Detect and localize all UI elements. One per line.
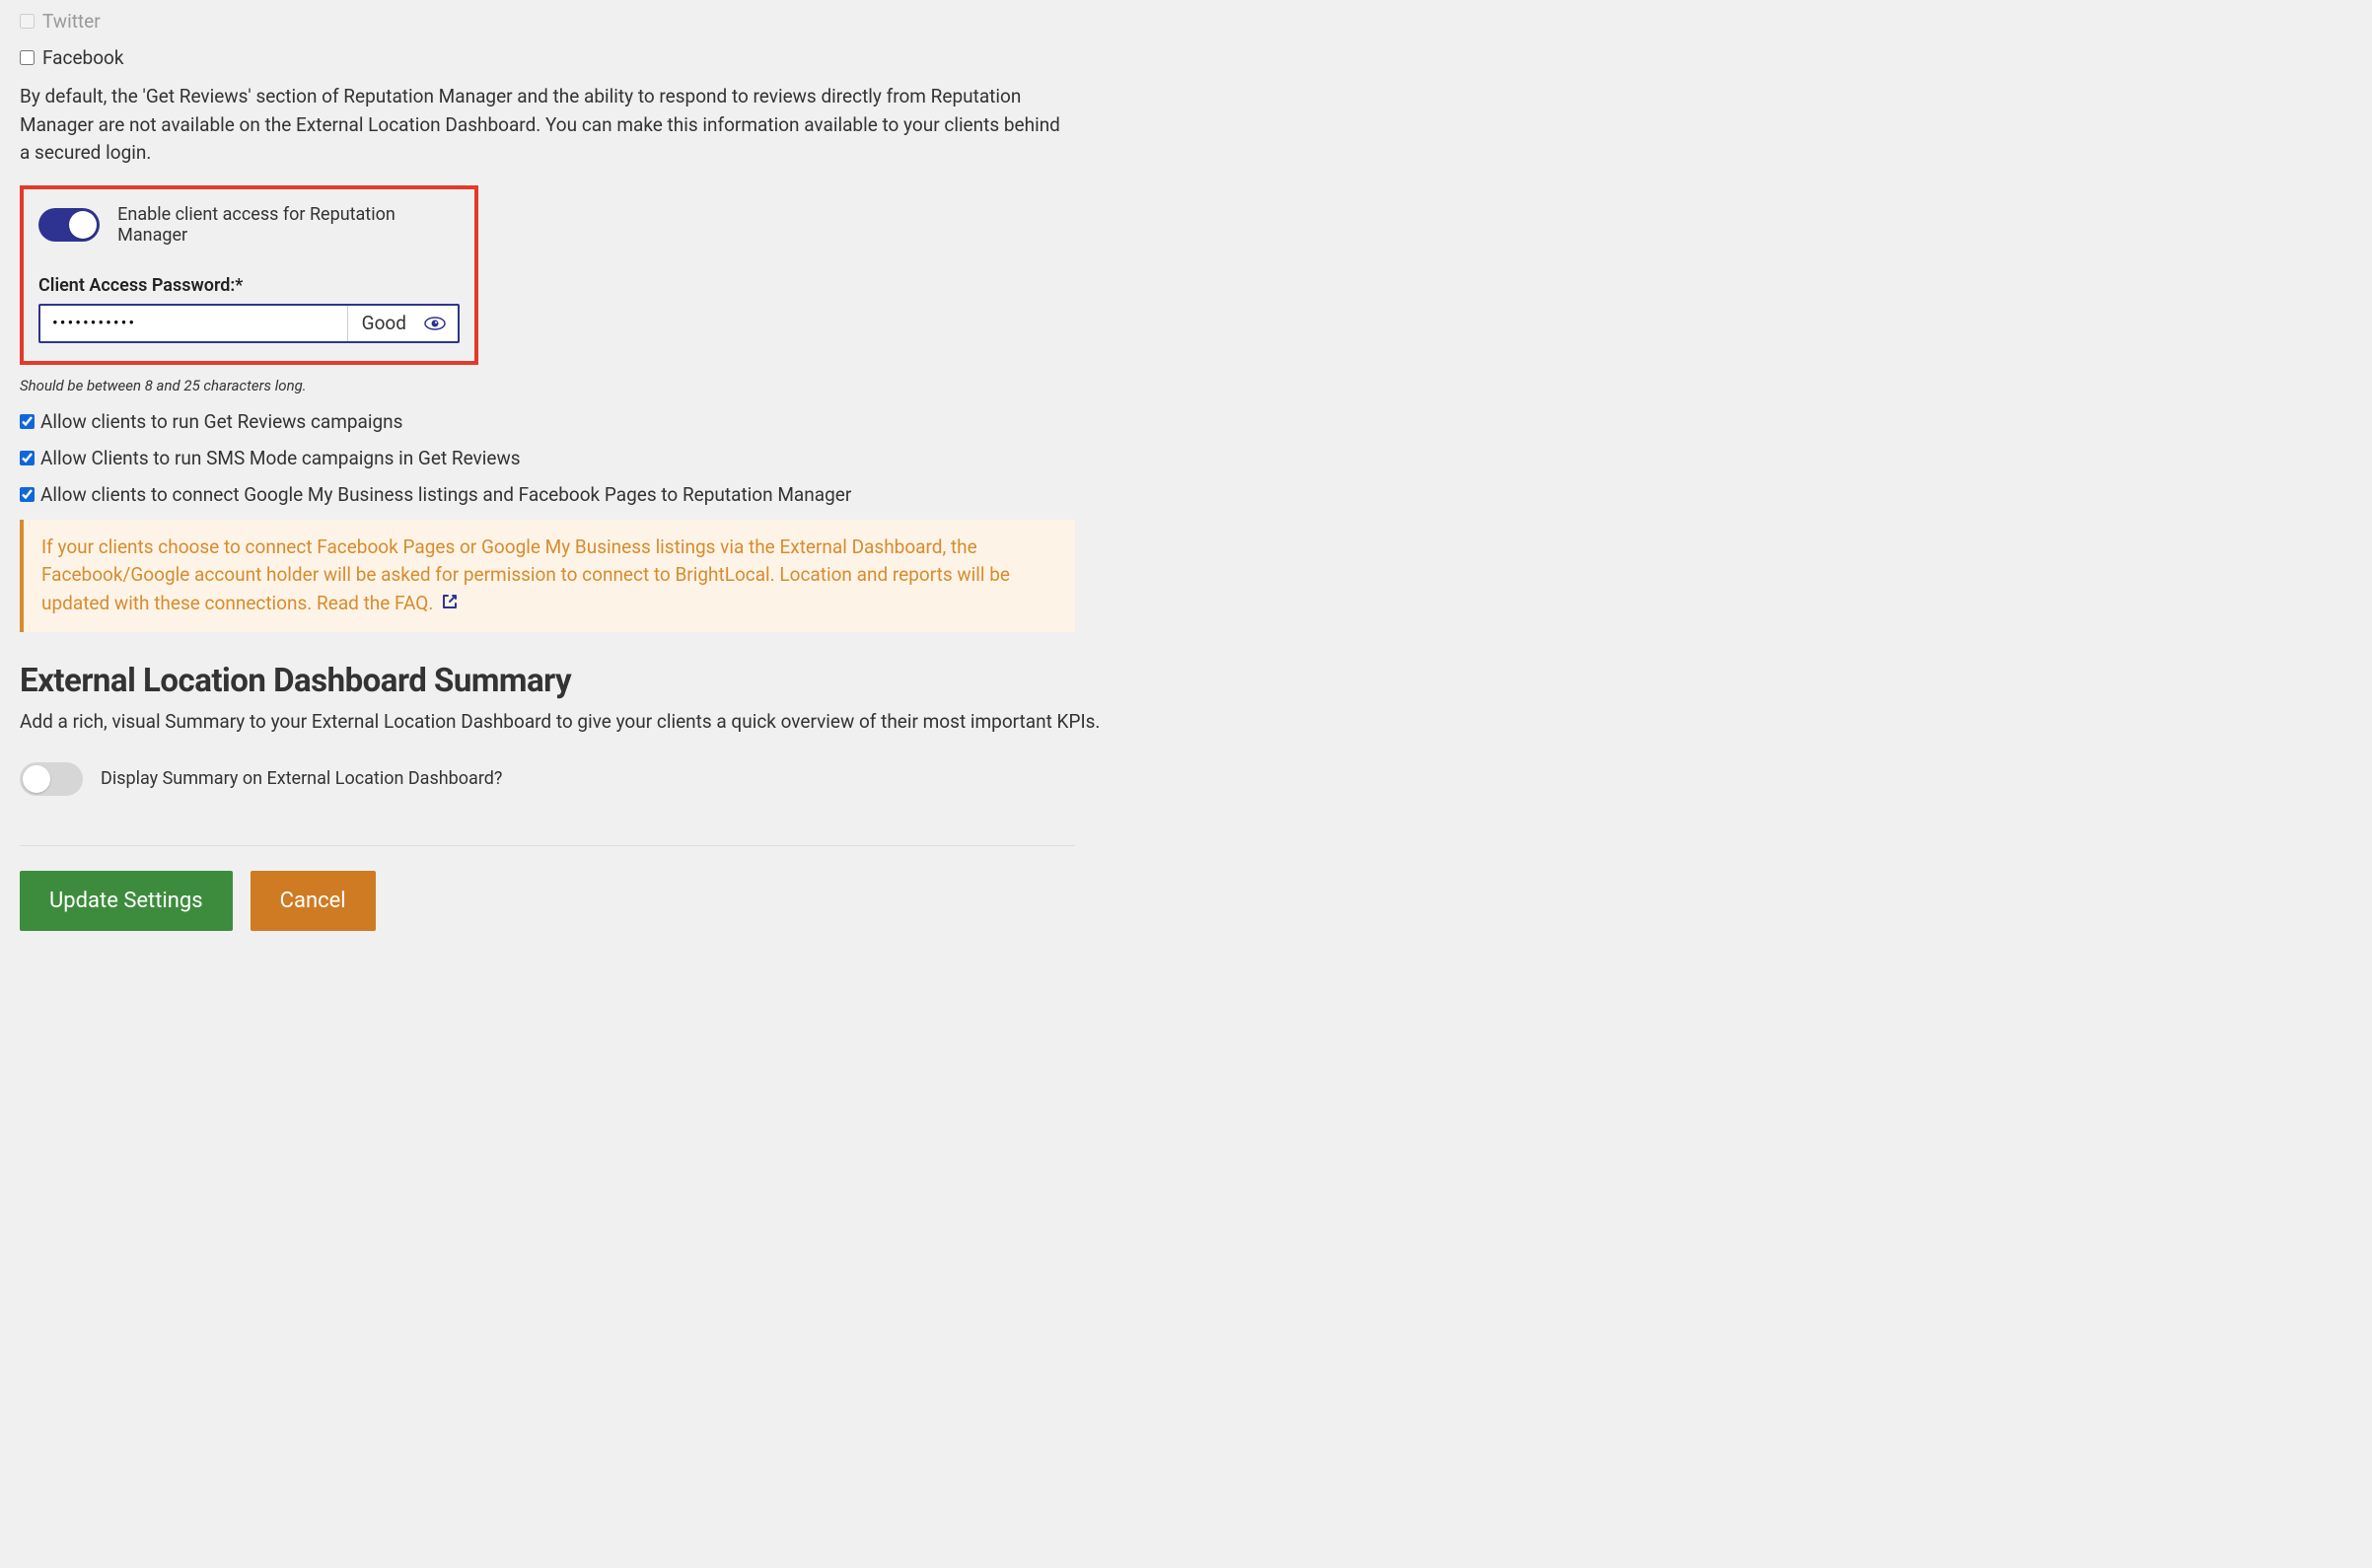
cancel-button[interactable]: Cancel [251, 871, 376, 931]
allow-sms-label: Allow Clients to run SMS Mode campaigns … [40, 447, 521, 469]
show-password-icon[interactable] [420, 316, 458, 331]
twitter-checkbox-row: Twitter [20, 10, 1105, 33]
facebook-checkbox-row: Facebook [20, 46, 1105, 69]
allow-get-reviews-checkbox[interactable] [20, 414, 35, 429]
action-buttons: Update Settings Cancel [20, 871, 1105, 931]
display-summary-row: Display Summary on External Location Das… [20, 762, 1105, 796]
allow-connect-label: Allow clients to connect Google My Busin… [40, 483, 851, 506]
password-field-label: Client Access Password:* [38, 275, 460, 296]
callout-body-text: If your clients choose to connect Facebo… [41, 535, 1010, 614]
twitter-label: Twitter [42, 10, 101, 33]
allow-get-reviews-label: Allow clients to run Get Reviews campaig… [40, 410, 403, 433]
password-strength-indicator: Good [347, 306, 420, 341]
allow-sms-row: Allow Clients to run SMS Mode campaigns … [20, 447, 1105, 469]
external-link-icon [442, 590, 458, 618]
twitter-checkbox [20, 14, 35, 29]
password-hint: Should be between 8 and 25 characters lo… [20, 377, 1105, 394]
toggle-knob [69, 211, 97, 239]
rep-manager-description: By default, the 'Get Reviews' section of… [20, 83, 1065, 168]
callout-text: If your clients choose to connect Facebo… [41, 535, 1010, 614]
allow-connect-row: Allow clients to connect Google My Busin… [20, 483, 1105, 506]
client-access-highlight-box: Enable client access for Reputation Mana… [20, 185, 478, 365]
facebook-checkbox[interactable] [20, 50, 35, 65]
summary-description: Add a rich, visual Summary to your Exter… [20, 710, 1105, 733]
allow-connect-checkbox[interactable] [20, 487, 35, 502]
enable-client-access-toggle[interactable] [38, 208, 100, 242]
password-input-wrapper: Good [38, 304, 460, 343]
allow-sms-checkbox[interactable] [20, 451, 35, 465]
client-access-password-input[interactable] [40, 306, 347, 341]
read-faq-link[interactable]: Read the FAQ. [317, 592, 433, 614]
display-summary-toggle[interactable] [20, 762, 83, 796]
allow-get-reviews-row: Allow clients to run Get Reviews campaig… [20, 410, 1105, 433]
enable-client-access-row: Enable client access for Reputation Mana… [38, 204, 460, 246]
enable-client-access-label: Enable client access for Reputation Mana… [117, 204, 460, 246]
toggle-knob [23, 765, 50, 793]
connect-warning-callout: If your clients choose to connect Facebo… [20, 520, 1075, 632]
display-summary-label: Display Summary on External Location Das… [101, 768, 502, 789]
summary-heading: External Location Dashboard Summary [20, 662, 1105, 700]
divider [20, 845, 1075, 846]
facebook-label: Facebook [42, 46, 124, 69]
update-settings-button[interactable]: Update Settings [20, 871, 233, 931]
